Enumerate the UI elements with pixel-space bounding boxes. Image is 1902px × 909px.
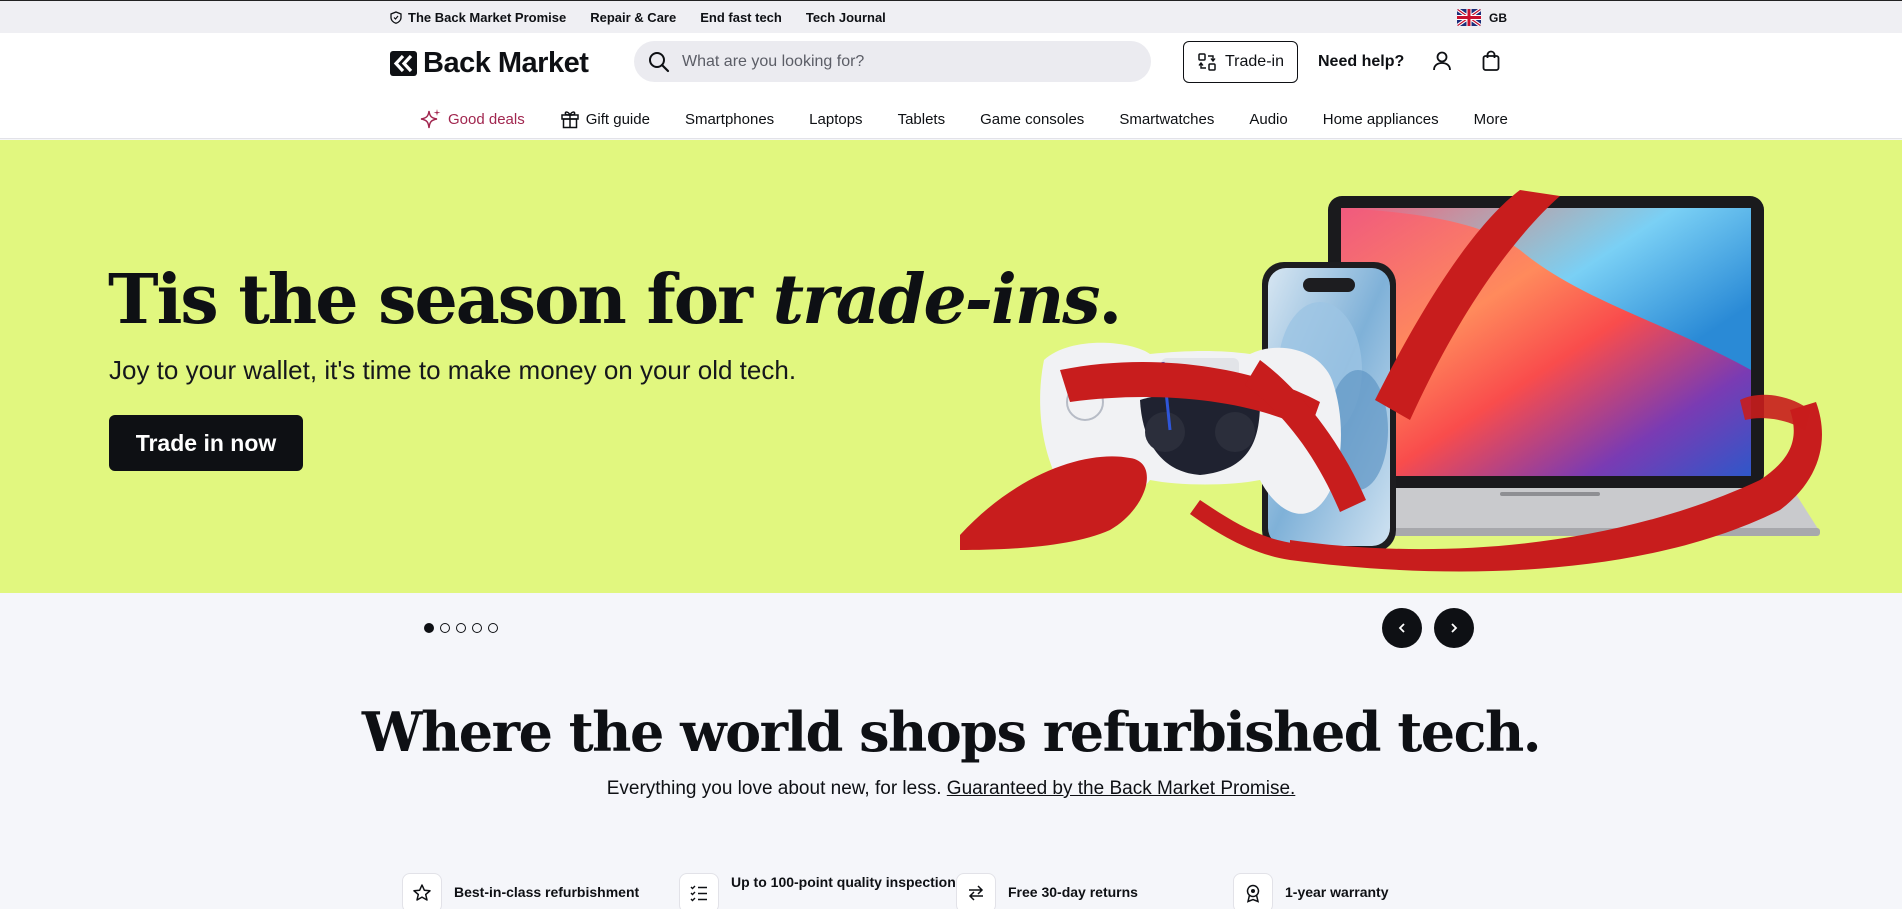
carousel-dots bbox=[424, 623, 498, 633]
shield-icon bbox=[390, 11, 402, 24]
shopping-bag-icon bbox=[1482, 50, 1500, 71]
locale-code: GB bbox=[1489, 10, 1507, 25]
feature-item: Best-in-class refurbishment bbox=[402, 873, 679, 909]
nav-item-label: Laptops bbox=[809, 110, 863, 128]
user-icon bbox=[1433, 51, 1451, 71]
search-icon bbox=[649, 51, 670, 72]
carousel-dot[interactable] bbox=[440, 623, 450, 633]
nav-item-gift-guide[interactable]: Gift guide bbox=[560, 109, 650, 129]
feature-item: Up to 100-point quality inspection bbox=[679, 873, 956, 909]
hero-title-plain: Tis the season for bbox=[108, 260, 773, 340]
nav-item-home-appliances[interactable]: Home appliances bbox=[1323, 111, 1439, 128]
logo-text: Back Market bbox=[423, 47, 589, 79]
feature-item: Free 30-day returns bbox=[956, 873, 1233, 909]
hero-product-illustration bbox=[960, 190, 1822, 572]
star-icon bbox=[413, 884, 431, 901]
feature-label: Best-in-class refurbishment bbox=[454, 884, 640, 900]
locale-selector[interactable]: GB bbox=[1457, 9, 1507, 26]
hero-banner[interactable]: Tis the season for trade-ins. Joy to you… bbox=[0, 140, 1902, 593]
utility-link-label: End fast tech bbox=[700, 10, 782, 25]
tagline-text: Everything you love about new, for less. bbox=[606, 778, 947, 799]
nav-item-more[interactable]: More bbox=[1474, 111, 1508, 128]
logo-mark-icon bbox=[390, 51, 417, 76]
nav-item-label: Tablets bbox=[897, 110, 946, 128]
utility-link-repair[interactable]: Repair & Care bbox=[590, 10, 676, 25]
section-tagline: Everything you love about new, for less.… bbox=[0, 778, 1902, 800]
nav-item-label: Home appliances bbox=[1322, 110, 1439, 128]
main-header: Back Market Trade-in Need help? Good dea… bbox=[0, 33, 1902, 139]
nav-item-label: Gift guide bbox=[585, 110, 650, 128]
utility-link-promise[interactable]: The Back Market Promise bbox=[390, 10, 566, 25]
cart-button[interactable] bbox=[1477, 47, 1505, 75]
feature-label: Free 30-day returns bbox=[1008, 884, 1138, 900]
back-market-logo[interactable]: Back Market bbox=[390, 47, 589, 80]
trade-in-icon bbox=[1198, 53, 1216, 71]
feature-icon-box bbox=[1233, 873, 1273, 909]
category-nav: Good deals Gift guide Smartphones Laptop… bbox=[420, 105, 1543, 133]
chevron-left-icon bbox=[1398, 623, 1405, 633]
award-icon bbox=[1246, 884, 1260, 903]
carousel-dot[interactable] bbox=[456, 623, 466, 633]
nav-item-smartwatches[interactable]: Smartwatches bbox=[1119, 111, 1214, 128]
feature-label: Up to 100-point quality inspection bbox=[731, 874, 956, 890]
nav-item-label: Smartphones bbox=[684, 110, 775, 128]
trade-in-button[interactable]: Trade-in bbox=[1183, 41, 1298, 83]
uk-flag-icon bbox=[1457, 9, 1481, 26]
nav-item-good-deals[interactable]: Good deals bbox=[420, 108, 525, 130]
utility-link-tech-journal[interactable]: Tech Journal bbox=[806, 10, 886, 25]
nav-item-smartphones[interactable]: Smartphones bbox=[685, 111, 774, 128]
nav-item-label: Good deals bbox=[448, 110, 525, 128]
nav-item-label: Game consoles bbox=[980, 110, 1085, 128]
feature-icon-box bbox=[956, 873, 996, 909]
nav-item-laptops[interactable]: Laptops bbox=[809, 111, 862, 128]
utility-link-label: Repair & Care bbox=[590, 10, 677, 25]
section-heading: Where the world shops refurbished tech. bbox=[361, 700, 1542, 764]
utility-links: The Back Market Promise Repair & Care En… bbox=[390, 1, 886, 34]
account-button[interactable] bbox=[1428, 47, 1456, 75]
nav-item-game-consoles[interactable]: Game consoles bbox=[980, 111, 1084, 128]
sparkle-icon bbox=[420, 109, 441, 129]
search-input[interactable] bbox=[682, 52, 1122, 71]
gift-icon bbox=[560, 111, 579, 129]
promise-link[interactable]: Guaranteed by the Back Market Promise. bbox=[947, 778, 1296, 799]
feature-item: 1-year warranty bbox=[1233, 873, 1510, 909]
nav-item-label: Audio bbox=[1249, 110, 1288, 128]
carousel-next-button[interactable] bbox=[1434, 608, 1474, 648]
feature-label: 1-year warranty bbox=[1285, 884, 1389, 900]
feature-icon-box bbox=[679, 873, 719, 909]
nav-item-audio[interactable]: Audio bbox=[1249, 111, 1287, 128]
utility-link-label: Tech Journal bbox=[805, 10, 886, 25]
hero-subtitle: Joy to your wallet, it's time to make mo… bbox=[109, 355, 797, 385]
features-row: Best-in-class refurbishment Up to 100-po… bbox=[402, 873, 1510, 909]
chevron-right-icon bbox=[1451, 623, 1458, 633]
carousel-dot[interactable] bbox=[472, 623, 482, 633]
nav-item-tablets[interactable]: Tablets bbox=[898, 111, 946, 128]
trade-in-now-button[interactable]: Trade in now bbox=[109, 415, 303, 471]
carousel-dot[interactable] bbox=[424, 623, 434, 633]
nav-item-label: More bbox=[1473, 110, 1508, 128]
feature-icon-box bbox=[402, 873, 442, 909]
trade-in-label: Trade-in bbox=[1225, 53, 1284, 70]
swap-arrows-icon bbox=[968, 885, 984, 901]
carousel-dot[interactable] bbox=[488, 623, 498, 633]
search-bar[interactable] bbox=[634, 41, 1151, 82]
need-help-link[interactable]: Need help? bbox=[1318, 53, 1404, 71]
utility-bar: The Back Market Promise Repair & Care En… bbox=[0, 0, 1902, 33]
utility-link-end-fast-tech[interactable]: End fast tech bbox=[700, 10, 782, 25]
checklist-icon bbox=[690, 885, 707, 902]
nav-item-label: Smartwatches bbox=[1119, 110, 1215, 128]
utility-link-label: The Back Market Promise bbox=[408, 10, 567, 25]
carousel-prev-button[interactable] bbox=[1382, 608, 1422, 648]
